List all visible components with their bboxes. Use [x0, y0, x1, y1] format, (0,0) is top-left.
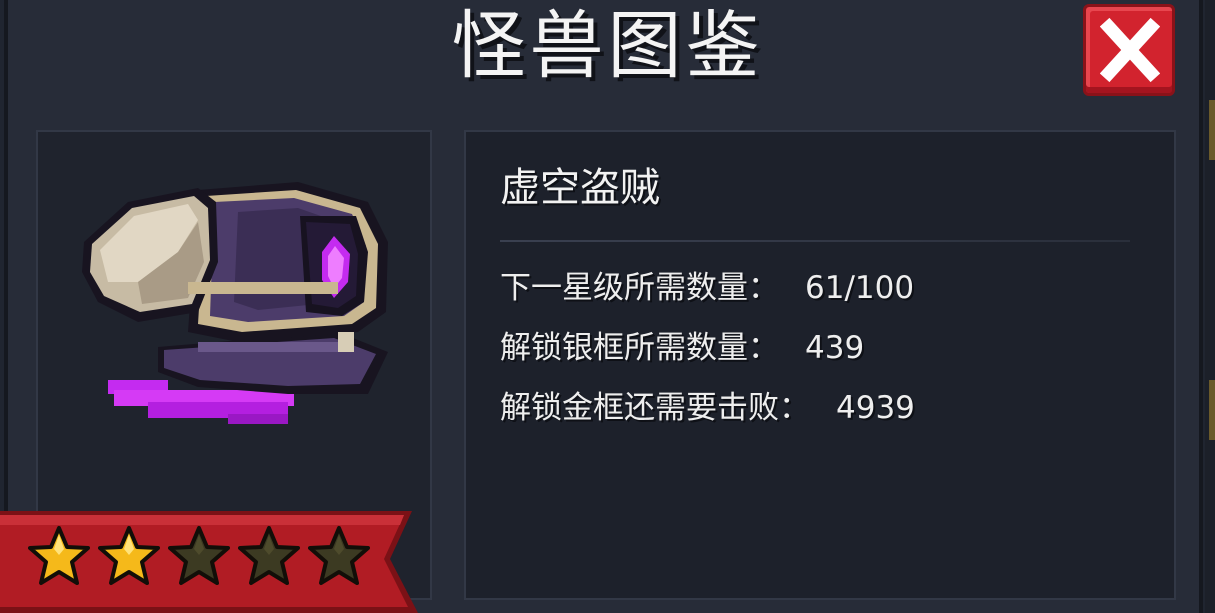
- stat-value: 4939: [836, 390, 915, 426]
- stat-next-star: 下一星级所需数量： 61/100: [500, 268, 914, 308]
- star-rating: [28, 525, 370, 591]
- stat-silver-frame: 解锁银框所需数量： 439: [500, 328, 864, 368]
- stat-value: 61/100: [805, 270, 915, 306]
- star-filled-icon: [98, 525, 160, 587]
- star-filled-icon: [28, 525, 90, 587]
- page-title: 怪兽图鉴: [451, 3, 764, 89]
- stat-label: 解锁银框所需数量：: [500, 330, 779, 366]
- close-icon: [1100, 17, 1160, 83]
- close-button[interactable]: [1083, 4, 1175, 96]
- edge-trim: [1209, 100, 1215, 160]
- stat-value: 439: [805, 330, 865, 366]
- divider: [500, 240, 1130, 242]
- monster-name: 虚空盗贼: [500, 165, 660, 211]
- stat-label: 解锁金框还需要击败：: [500, 390, 810, 426]
- info-panel: 虚空盗贼 下一星级所需数量： 61/100 解锁银框所需数量： 439 解锁金框还需…: [464, 130, 1176, 600]
- stat-label: 下一星级所需数量：: [500, 270, 779, 306]
- stat-gold-frame: 解锁金框还需要击败： 4939: [500, 388, 915, 428]
- void-thief-portrait: [82, 182, 388, 424]
- star-empty-icon: [308, 525, 370, 587]
- star-empty-icon: [238, 525, 300, 587]
- star-empty-icon: [168, 525, 230, 587]
- edge-trim: [1209, 380, 1215, 440]
